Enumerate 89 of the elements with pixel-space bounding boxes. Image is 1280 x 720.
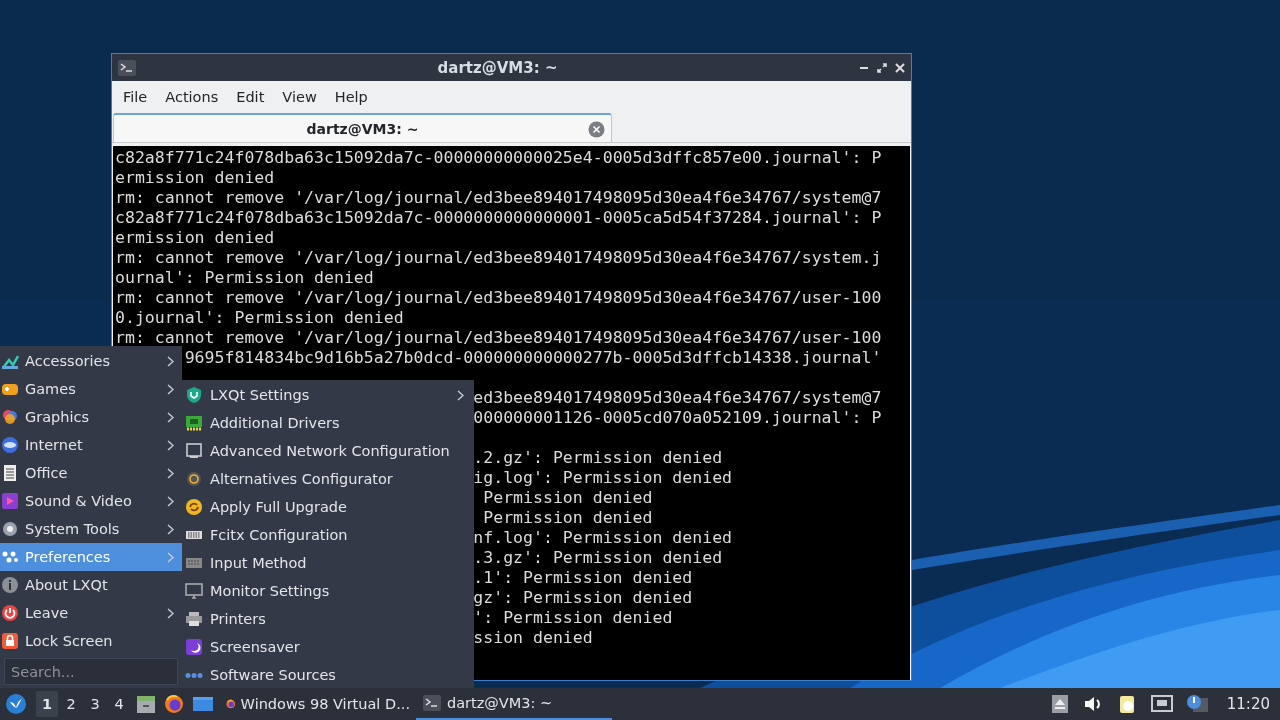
desktop-switch[interactable]: 4 — [108, 691, 130, 717]
dots-icon — [185, 672, 203, 678]
terminal-line: ournal': Permission denied — [115, 268, 374, 287]
terminal-line: gz': Permission denied — [473, 588, 693, 607]
menu-item[interactable]: Alternatives Configurator — [182, 465, 474, 493]
terminal-line: ermission denied — [115, 228, 275, 247]
terminal-line: ed3bee894017498095d30ea4f6e34767/system@7 — [473, 388, 882, 407]
terminal-line: rm: cannot remove '/var/log/journal/ed3bee894017498095d30ea4f6e34767/system@7 — [115, 188, 882, 207]
menu-item[interactable]: Software Sources — [182, 661, 474, 688]
gear-icon — [1, 520, 19, 538]
close-tab-icon[interactable] — [588, 121, 605, 138]
menu-item[interactable]: Screensaver — [182, 633, 474, 661]
menu-item[interactable]: File — [114, 88, 157, 105]
menu-item[interactable]: Input Method — [182, 549, 474, 577]
menu-item[interactable]: Help — [325, 88, 377, 105]
search-field[interactable]: Search... — [4, 658, 178, 685]
terminal-line: Permission denied — [482, 508, 653, 527]
fox-icon[interactable] — [164, 694, 184, 714]
menu-item[interactable]: Apply Full Upgrade — [182, 493, 474, 521]
media-icon — [1, 492, 19, 510]
terminal-icon — [118, 59, 136, 76]
document-icon — [1, 464, 19, 482]
network-icon[interactable] — [1150, 694, 1173, 714]
menu-item[interactable]: Printers — [182, 605, 474, 633]
terminal-line: ssion denied — [473, 628, 593, 647]
chip-icon — [185, 414, 203, 432]
refresh-icon — [185, 498, 203, 516]
menu-item[interactable]: About LXQt — [0, 571, 182, 599]
terminal-line: 0.journal': Permission denied — [115, 308, 404, 327]
volume-icon[interactable] — [1082, 694, 1103, 714]
terminal-line: .2.gz': Permission denied — [473, 448, 723, 467]
terminal-line: ig.log': Permission denied — [473, 468, 733, 487]
color-circle-icon — [1, 408, 19, 426]
moon-icon — [185, 638, 203, 656]
task-button[interactable]: Windows 98 Virtual D... — [220, 688, 416, 720]
printer-icon — [185, 610, 203, 628]
network-port-icon — [185, 442, 203, 460]
start-menu-icon[interactable] — [5, 694, 27, 714]
file-cabinet-icon[interactable] — [136, 694, 156, 714]
menu-item[interactable]: Graphics — [0, 403, 182, 431]
menu-item[interactable]: Games — [0, 375, 182, 403]
lock-icon — [1, 632, 19, 650]
menu-item[interactable]: Internet — [0, 431, 182, 459]
menu-item[interactable]: Edit — [227, 88, 274, 105]
power-icon — [1, 604, 19, 622]
window-icon[interactable] — [192, 694, 214, 714]
close-icon[interactable] — [895, 62, 905, 73]
terminal-line: .3.gz': Permission denied — [473, 548, 723, 567]
menu-item[interactable]: Fcitx Configuration — [182, 521, 474, 549]
menu-item[interactable]: Advanced Network Configuration — [182, 437, 474, 465]
terminal-icon — [422, 693, 442, 713]
desktop-switch[interactable]: 1 — [36, 691, 58, 717]
desktop-switch[interactable]: 3 — [84, 691, 106, 717]
info-icon — [1, 576, 19, 594]
menu-item[interactable]: Monitor Settings — [182, 577, 474, 605]
clock[interactable]: 11:20 — [1226, 695, 1270, 713]
menu-item[interactable]: Office — [0, 459, 182, 487]
terminal-line: 9695f814834bc9d16b5a27b0dcd-000000000000277b-0005d3dffcb14338.journal' — [184, 348, 882, 367]
desktop-switch[interactable]: 2 — [60, 691, 82, 717]
restore-icon[interactable] — [877, 62, 887, 73]
terminal-line: Permission denied — [482, 488, 653, 507]
menu-item[interactable]: Lock Screen — [0, 627, 182, 655]
terminal-line: c82a8f771c24f078dba63c15092da7c-00000000000025e4-0005d3dffc857e00.journal': P — [115, 148, 882, 167]
task-button[interactable]: dartz@VM3: ~ — [416, 688, 612, 720]
notification-icon[interactable] — [1186, 694, 1209, 714]
terminal-line: rm: cannot remove '/var/log/journal/ed3bee894017498095d30ea4f6e34767/user-100 — [115, 328, 882, 347]
menu-item[interactable]: Actions — [156, 88, 228, 105]
menu-item[interactable]: LXQt Settings — [182, 381, 474, 409]
eject-icon[interactable] — [1050, 694, 1069, 714]
terminal-line: ermission denied — [115, 168, 275, 187]
gear-icon — [185, 470, 203, 488]
terminal-line: nf.log': Permission denied — [473, 528, 733, 547]
menu-item[interactable]: Additional Drivers — [182, 409, 474, 437]
terminal-line: rm: cannot remove '/var/log/journal/ed3bee894017498095d30ea4f6e34767/system.j — [115, 248, 882, 267]
menu-item[interactable]: View — [273, 88, 326, 105]
menu-item[interactable]: System Tools — [0, 515, 182, 543]
globe-icon — [1, 436, 19, 454]
terminal-line: c82a8f771c24f078dba63c15092da7c-0000000000000001-0005ca5d54f37284.journal': P — [115, 208, 882, 227]
terminal-line: rm: cannot remove '/var/log/journal/ed3bee894017498095d30ea4f6e34767/user-100 — [115, 288, 882, 307]
terminal-line: 000000001126-0005cd070a052109.journal': P — [473, 408, 882, 427]
terminal-line: .1': Permission denied — [473, 568, 693, 587]
shield-icon — [185, 386, 203, 404]
terminal-line: ': Permission denied — [473, 608, 673, 627]
window-title: dartz@VM3: ~ — [436, 58, 559, 77]
terminal-tab[interactable]: dartz@VM3: ~ — [113, 113, 612, 142]
menu-item[interactable]: Accessories — [0, 347, 182, 375]
monitor-icon — [185, 582, 203, 600]
menu-item[interactable]: Sound & Video — [0, 487, 182, 515]
menu-item[interactable]: Leave — [0, 599, 182, 627]
